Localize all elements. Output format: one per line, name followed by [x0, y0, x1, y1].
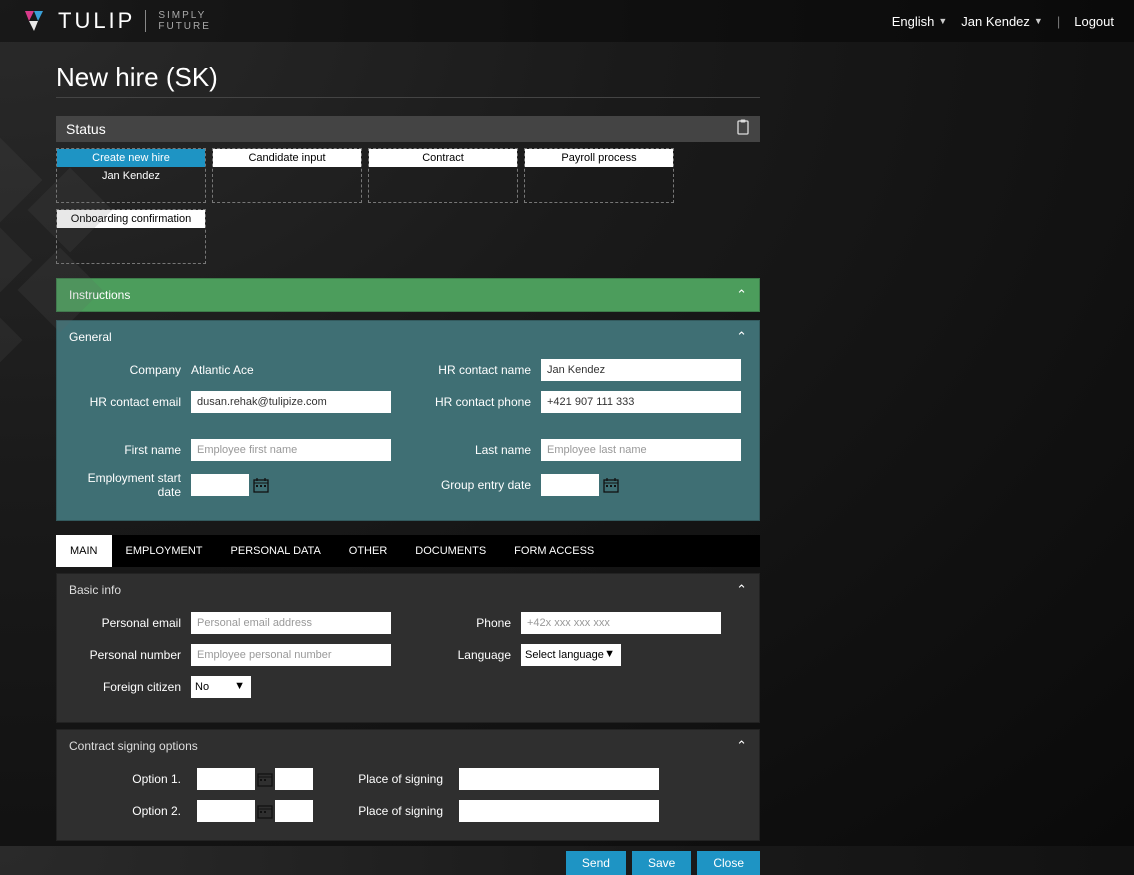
- phone-label: Phone: [401, 616, 511, 630]
- chevron-up-icon: ⌃: [736, 582, 747, 598]
- logo-icon: [20, 9, 48, 33]
- hr-name-label: HR contact name: [401, 363, 531, 377]
- general-header[interactable]: General ⌃: [57, 321, 759, 353]
- place2-input[interactable]: [459, 800, 659, 822]
- stage-create-new-hire[interactable]: Create new hire Jan Kendez: [56, 148, 206, 203]
- option1-time-input[interactable]: [275, 768, 313, 790]
- stage-onboarding-confirmation[interactable]: Onboarding confirmation: [56, 209, 206, 264]
- close-button[interactable]: Close: [697, 851, 760, 875]
- stage-payroll-process[interactable]: Payroll process: [524, 148, 674, 203]
- hr-name-input[interactable]: [541, 359, 741, 381]
- calendar-icon[interactable]: [603, 477, 619, 493]
- stages-row-1: Create new hire Jan Kendez Candidate inp…: [56, 148, 760, 203]
- phone-input[interactable]: [521, 612, 721, 634]
- chevron-down-icon: ▼: [938, 16, 947, 26]
- tab-employment[interactable]: EMPLOYMENT: [112, 535, 217, 567]
- tab-documents[interactable]: DOCUMENTS: [401, 535, 500, 567]
- calendar-icon[interactable]: [253, 477, 269, 493]
- tab-personal-data[interactable]: PERSONAL DATA: [217, 535, 335, 567]
- tab-form-access[interactable]: FORM ACCESS: [500, 535, 608, 567]
- language-label: Language: [401, 648, 511, 662]
- send-button[interactable]: Send: [566, 851, 626, 875]
- tabs: MAIN EMPLOYMENT PERSONAL DATA OTHER DOCU…: [56, 535, 760, 567]
- tab-other[interactable]: OTHER: [335, 535, 402, 567]
- option2-label: Option 2.: [71, 804, 181, 818]
- hr-phone-label: HR contact phone: [401, 395, 531, 409]
- first-name-label: First name: [71, 443, 181, 457]
- calendar-icon[interactable]: [257, 771, 273, 787]
- logo-tagline: SIMPLY FUTURE: [145, 10, 211, 32]
- hr-phone-input[interactable]: [541, 391, 741, 413]
- option1-date-input[interactable]: [197, 768, 255, 790]
- instructions-label: Instructions: [69, 288, 130, 302]
- save-button[interactable]: Save: [632, 851, 691, 875]
- signing-header[interactable]: Contract signing options ⌃: [57, 730, 759, 762]
- top-right: English ▼ Jan Kendez ▼ | Logout: [892, 14, 1114, 29]
- personal-number-input[interactable]: [191, 644, 391, 666]
- emp-start-label: Employment start date: [71, 471, 181, 500]
- basic-info-header[interactable]: Basic info ⌃: [57, 574, 759, 606]
- last-name-input[interactable]: [541, 439, 741, 461]
- emp-start-input[interactable]: [191, 474, 249, 496]
- signing-label: Contract signing options: [69, 739, 198, 753]
- status-label: Status: [66, 121, 106, 137]
- personal-email-label: Personal email: [71, 616, 181, 630]
- personal-email-input[interactable]: [191, 612, 391, 634]
- chevron-up-icon: ⌃: [736, 287, 747, 303]
- language-selector[interactable]: English ▼: [892, 14, 948, 29]
- signing-panel: Contract signing options ⌃ Option 1. Pla…: [56, 729, 760, 841]
- user-menu[interactable]: Jan Kendez ▼: [961, 14, 1043, 29]
- separator: |: [1057, 14, 1060, 29]
- group-entry-input[interactable]: [541, 474, 599, 496]
- last-name-label: Last name: [401, 443, 531, 457]
- chevron-down-icon: ▼: [1034, 16, 1043, 26]
- clipboard-icon[interactable]: [736, 119, 750, 139]
- page-title: New hire (SK): [56, 62, 760, 98]
- company-value: Atlantic Ace: [191, 363, 391, 377]
- footer-buttons: Send Save Close: [56, 851, 760, 875]
- general-panel: General ⌃ Company Atlantic Ace HR contac…: [56, 320, 760, 521]
- stages-row-2: Onboarding confirmation: [56, 209, 760, 264]
- stage-candidate-input[interactable]: Candidate input: [212, 148, 362, 203]
- language-select-wrap: Select language ▼: [521, 644, 621, 666]
- foreign-citizen-label: Foreign citizen: [71, 680, 181, 694]
- general-label: General: [69, 330, 112, 344]
- option2-time-input[interactable]: [275, 800, 313, 822]
- hr-email-input[interactable]: [191, 391, 391, 413]
- instructions-panel[interactable]: Instructions ⌃: [56, 278, 760, 312]
- logo-text: TULIP: [58, 8, 135, 34]
- place2-label: Place of signing: [333, 804, 443, 818]
- personal-number-label: Personal number: [71, 648, 181, 662]
- language-select[interactable]: Select language: [521, 644, 621, 666]
- logo: TULIP SIMPLY FUTURE: [20, 8, 211, 34]
- hr-email-label: HR contact email: [71, 395, 181, 409]
- foreign-citizen-select[interactable]: No: [191, 676, 251, 698]
- group-entry-label: Group entry date: [401, 478, 531, 492]
- company-label: Company: [71, 363, 181, 377]
- stage-contract[interactable]: Contract: [368, 148, 518, 203]
- place1-label: Place of signing: [333, 772, 443, 786]
- tab-main[interactable]: MAIN: [56, 535, 112, 567]
- chevron-up-icon: ⌃: [736, 738, 747, 754]
- option1-label: Option 1.: [71, 772, 181, 786]
- logout-link[interactable]: Logout: [1074, 14, 1114, 29]
- place1-input[interactable]: [459, 768, 659, 790]
- basic-label: Basic info: [69, 583, 121, 597]
- topbar: TULIP SIMPLY FUTURE English ▼ Jan Kendez…: [0, 0, 1134, 42]
- foreign-select-wrap: No ▼: [191, 676, 251, 698]
- status-bar: Status: [56, 116, 760, 142]
- option2-date-input[interactable]: [197, 800, 255, 822]
- first-name-input[interactable]: [191, 439, 391, 461]
- basic-info-panel: Basic info ⌃ Personal email Phone Person…: [56, 573, 760, 723]
- page-content: New hire (SK) Status Create new hire Jan…: [0, 42, 760, 875]
- calendar-icon[interactable]: [257, 803, 273, 819]
- chevron-up-icon: ⌃: [736, 329, 747, 345]
